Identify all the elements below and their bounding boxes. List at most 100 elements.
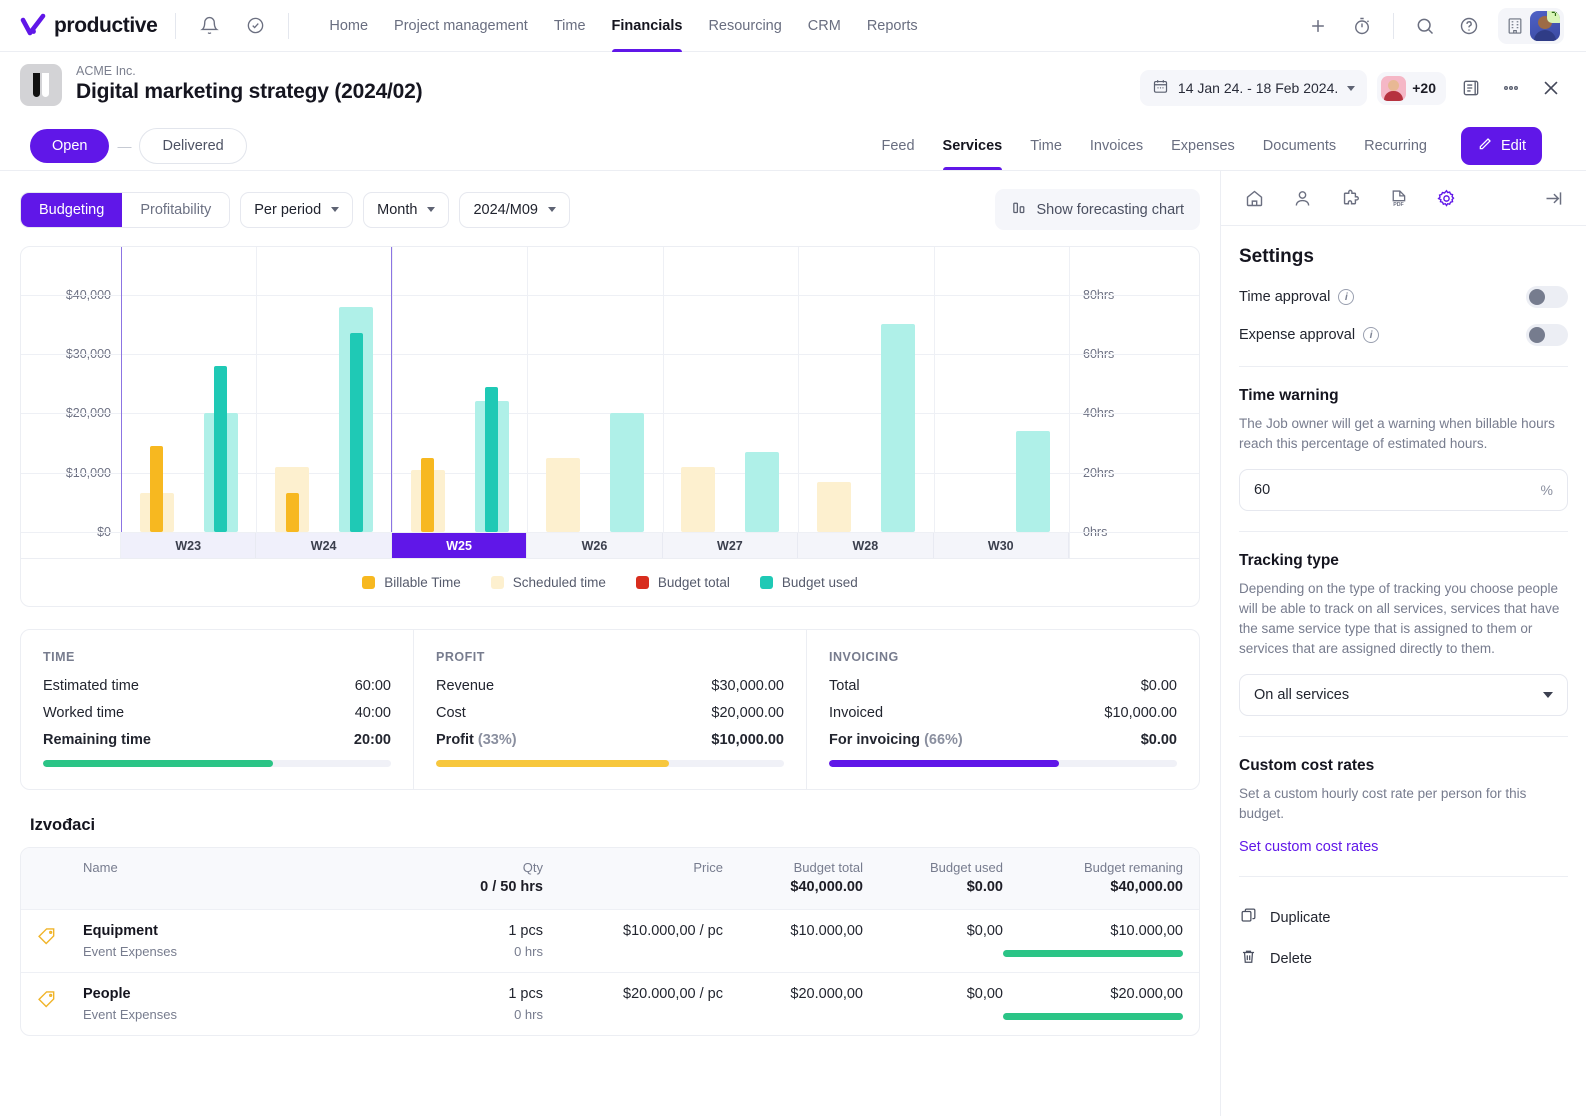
column-header-budget-total-label: Budget total (794, 860, 863, 875)
time-warning-field[interactable]: % (1239, 469, 1568, 511)
progress-bar-profit (436, 760, 784, 767)
time-warning-input[interactable] (1254, 482, 1541, 498)
grouping-select[interactable]: Month (363, 192, 449, 228)
stat-label: Profit (33%) (436, 732, 517, 748)
tab-expenses[interactable]: Expenses (1171, 122, 1235, 170)
notes-icon[interactable] (1456, 73, 1486, 103)
stat-row: Revenue$30,000.00 (436, 678, 784, 694)
help-icon[interactable] (1454, 11, 1484, 41)
x-axis-category-w28[interactable]: W28 (798, 533, 933, 558)
nav-link-project-management[interactable]: Project management (394, 0, 528, 52)
assignees-pill[interactable]: +20 (1377, 72, 1446, 105)
table-row[interactable]: People Event Expenses 1 pcs 0 hrs $20.00… (21, 972, 1199, 1035)
avatar[interactable]: ✛ (1530, 11, 1560, 41)
chart-bar-pair (745, 247, 779, 532)
person-icon[interactable] (1287, 183, 1317, 213)
main-content: Budgeting Profitability Per period Month… (0, 171, 1220, 1116)
nav-link-home[interactable]: Home (329, 0, 368, 52)
expense-approval-toggle[interactable] (1526, 324, 1568, 346)
row-budget-used: $0,00 (863, 923, 1003, 939)
check-circle-icon[interactable] (240, 11, 270, 41)
progress-bar-invoicing (829, 760, 1177, 767)
row-qty-hours: 0 hrs (403, 1007, 543, 1022)
show-forecasting-chart-button[interactable]: Show forecasting chart (995, 189, 1201, 230)
close-icon[interactable] (1536, 73, 1566, 103)
edit-button[interactable]: Edit (1461, 127, 1542, 165)
nav-link-crm[interactable]: CRM (808, 0, 841, 52)
legend-item[interactable]: Scheduled time (491, 575, 606, 590)
summary-stats: TIME Estimated time60:00 Worked time40:0… (20, 629, 1200, 790)
tracking-type-title: Tracking type (1239, 552, 1568, 570)
column-header-budget-used-label: Budget used (930, 860, 1003, 875)
stat-header: TIME (43, 650, 391, 664)
time-approval-row: Time approval i (1239, 286, 1568, 308)
status-badge-delivered[interactable]: Delivered (139, 128, 246, 164)
nav-link-financials[interactable]: Financials (612, 0, 683, 52)
legend-item[interactable]: Billable Time (362, 575, 461, 590)
info-icon[interactable]: i (1338, 289, 1354, 305)
duplicate-button[interactable]: Duplicate (1239, 897, 1568, 938)
time-approval-toggle[interactable] (1526, 286, 1568, 308)
row-price-cell: $10.000,00 / pc (543, 923, 723, 939)
x-axis-category-w24[interactable]: W24 (256, 533, 391, 558)
stat-row: Invoiced$10,000.00 (829, 705, 1177, 721)
stat-card-invoicing: INVOICING Total$0.00 Invoiced$10,000.00 … (807, 630, 1199, 789)
timer-icon[interactable] (1347, 11, 1377, 41)
nav-link-reports[interactable]: Reports (867, 0, 918, 52)
chevron-down-icon (1347, 86, 1355, 91)
x-axis-category-w27[interactable]: W27 (663, 533, 798, 558)
tab-time[interactable]: Time (1030, 122, 1062, 170)
x-axis-category-w30[interactable]: W30 (934, 533, 1069, 558)
row-subtitle: Event Expenses (83, 944, 403, 959)
bell-icon[interactable] (194, 11, 224, 41)
tab-feed[interactable]: Feed (881, 122, 914, 170)
x-axis-category-w23[interactable]: W23 (121, 533, 256, 558)
edit-button-label: Edit (1501, 138, 1526, 154)
grouping-select-value: Month (377, 202, 417, 218)
set-custom-cost-rates-link[interactable]: Set custom cost rates (1239, 839, 1378, 855)
brand-logo[interactable]: productive (16, 13, 157, 39)
more-options-icon[interactable] (1496, 73, 1526, 103)
table-row[interactable]: Equipment Event Expenses 1 pcs 0 hrs $10… (21, 909, 1199, 972)
row-budget-remaining: $10.000,00 (1003, 923, 1183, 939)
tab-services[interactable]: Services (943, 122, 1003, 170)
status-badge-open[interactable]: Open (30, 129, 109, 163)
gear-icon[interactable] (1431, 183, 1461, 213)
chart-bar-background (610, 413, 644, 532)
tab-invoices[interactable]: Invoices (1090, 122, 1143, 170)
puzzle-icon[interactable] (1335, 183, 1365, 213)
chart-bar-background (1016, 431, 1050, 532)
tab-documents[interactable]: Documents (1263, 122, 1336, 170)
plus-icon[interactable] (1303, 11, 1333, 41)
row-qty-hours: 0 hrs (403, 944, 543, 959)
tab-recurring[interactable]: Recurring (1364, 122, 1427, 170)
chart-bar-foreground (485, 387, 498, 532)
home-icon[interactable] (1239, 183, 1269, 213)
legend-item[interactable]: Budget total (636, 575, 730, 590)
nav-link-resourcing[interactable]: Resourcing (708, 0, 781, 52)
x-axis-category-w26[interactable]: W26 (527, 533, 662, 558)
tracking-type-select[interactable]: On all services (1239, 674, 1568, 716)
pdf-icon[interactable]: PDF (1383, 183, 1413, 213)
chart-bar-foreground (350, 333, 363, 532)
segment-profitability[interactable]: Profitability (122, 193, 229, 227)
stat-label: Cost (436, 705, 466, 721)
stat-label: Invoiced (829, 705, 883, 721)
info-icon[interactable]: i (1363, 327, 1379, 343)
period-select[interactable]: Per period (240, 192, 353, 228)
delete-button[interactable]: Delete (1239, 938, 1568, 979)
chart-category-group (256, 247, 391, 532)
x-axis-category-w25[interactable]: W25 (392, 533, 527, 558)
segment-budgeting[interactable]: Budgeting (21, 193, 122, 227)
tag-icon (37, 986, 83, 1009)
nav-link-time[interactable]: Time (554, 0, 586, 52)
building-icon[interactable] (1502, 13, 1528, 39)
date-range-picker[interactable]: 14 Jan 24. - 18 Feb 2024. (1140, 70, 1367, 106)
search-icon[interactable] (1410, 11, 1440, 41)
account-switcher[interactable]: ✛ (1498, 8, 1564, 44)
custom-cost-rates-title: Custom cost rates (1239, 757, 1568, 775)
stat-row: For invoicing (66%)$0.00 (829, 732, 1177, 748)
collapse-panel-icon[interactable] (1538, 183, 1568, 213)
legend-item[interactable]: Budget used (760, 575, 858, 590)
month-select[interactable]: 2024/M09 (459, 192, 570, 228)
